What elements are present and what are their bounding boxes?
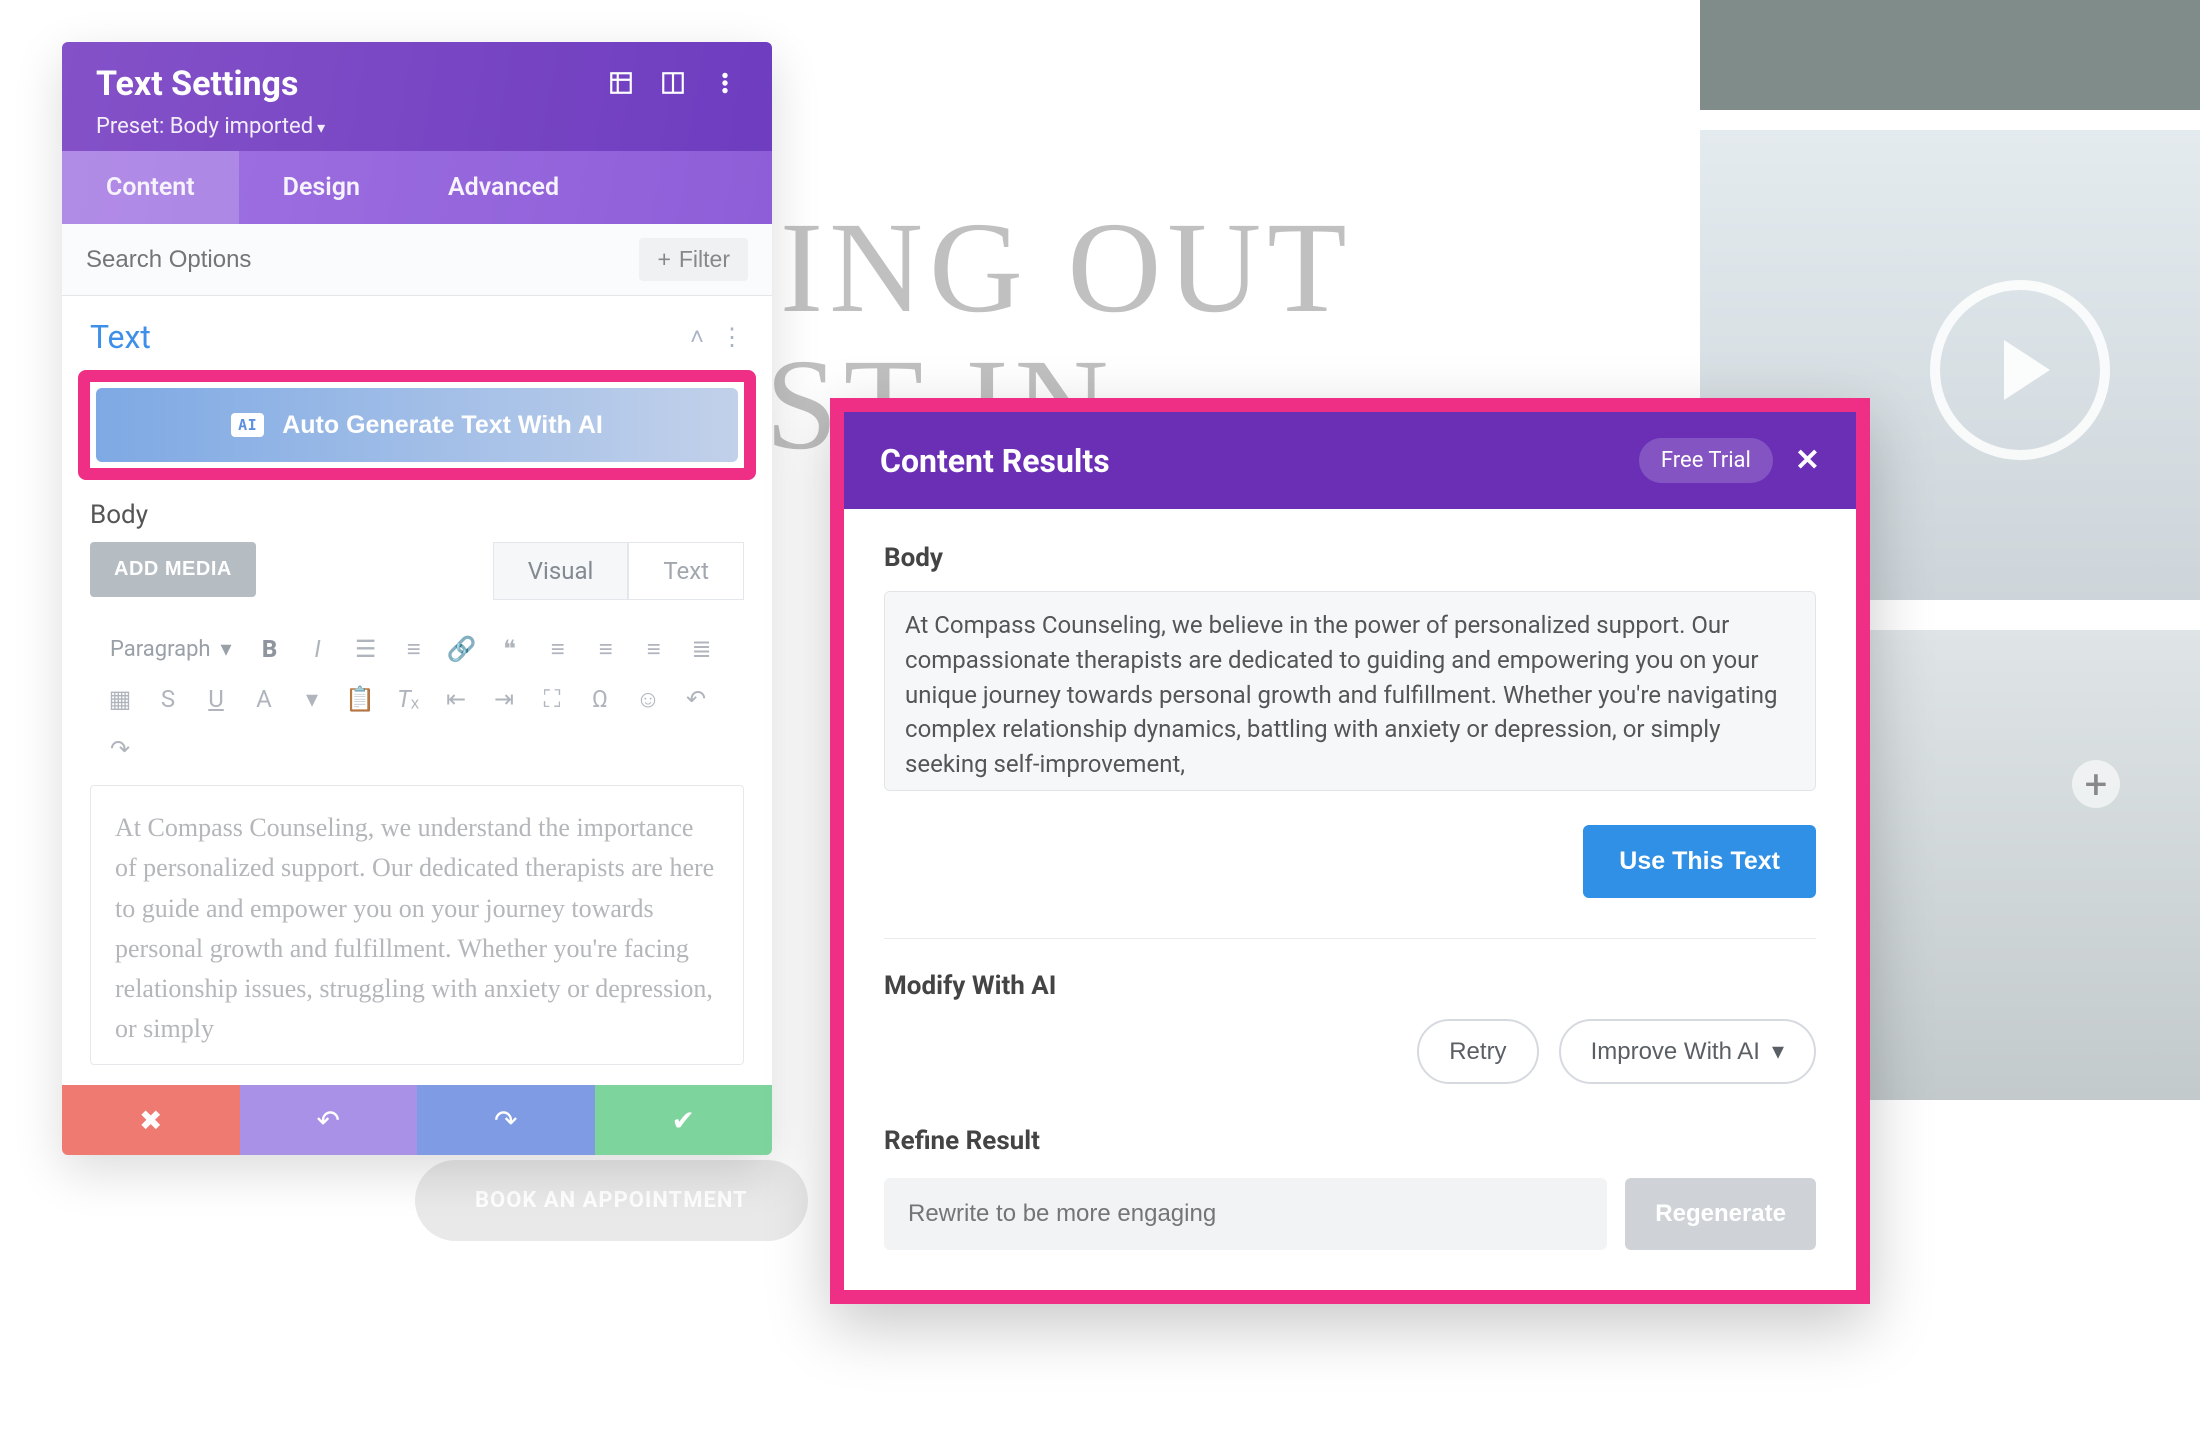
align-center-icon[interactable]: ≡	[584, 627, 628, 671]
refine-label: Refine Result	[884, 1126, 1816, 1156]
bg-image-mountain	[1700, 0, 2200, 110]
content-results-modal: Content Results Free Trial ✕ Body Use Th…	[830, 398, 1870, 1304]
link-icon[interactable]: 🔗	[440, 627, 484, 671]
generated-body-textarea[interactable]	[884, 591, 1816, 791]
chevron-down-icon: ▾	[221, 637, 232, 662]
refine-input[interactable]	[884, 1178, 1607, 1250]
bg-headline-line1: HING OUT	[680, 200, 1353, 337]
undo-icon[interactable]: ↶	[674, 677, 718, 721]
filter-label: Filter	[679, 246, 730, 273]
align-right-icon[interactable]: ≡	[632, 627, 676, 671]
free-trial-badge[interactable]: Free Trial	[1639, 438, 1773, 483]
redo-icon[interactable]: ↷	[98, 727, 142, 771]
regenerate-button[interactable]: Regenerate	[1625, 1178, 1816, 1250]
emoji-icon[interactable]: ☺	[626, 677, 670, 721]
text-settings-panel: Text Settings Preset: Body imported Cont…	[62, 42, 772, 1155]
ul-icon[interactable]: ☰	[344, 627, 388, 671]
body-label: Body	[90, 500, 744, 530]
paste-icon[interactable]: 📋	[338, 677, 382, 721]
search-bar: + Filter	[62, 224, 772, 296]
section-text[interactable]: Text ˄ ⋮	[62, 296, 772, 370]
panel-header: Text Settings Preset: Body imported	[62, 42, 772, 151]
specialchar-icon[interactable]: Ω	[578, 677, 622, 721]
ai-button-label: Auto Generate Text With AI	[282, 411, 603, 440]
wysiwyg-toolbar: Paragraph ▾ B I ☰ ≡ 🔗 ❝ ≡ ≡ ≡ ≣ ▦ S U A …	[90, 613, 744, 785]
close-icon[interactable]: ✕	[1795, 443, 1820, 478]
improve-label: Improve With AI	[1591, 1038, 1760, 1066]
kebab-menu-icon[interactable]	[712, 70, 738, 100]
plus-icon: +	[657, 246, 670, 273]
undo-button[interactable]: ↶	[240, 1085, 418, 1155]
tab-advanced[interactable]: Advanced	[404, 151, 603, 224]
chevron-up-icon[interactable]: ˄	[690, 323, 704, 352]
settings-tabs: Content Design Advanced	[62, 151, 772, 224]
book-appointment-button[interactable]: BOOK AN APPOINTMENT	[415, 1160, 808, 1241]
use-this-text-button[interactable]: Use This Text	[1583, 825, 1816, 898]
table-icon[interactable]: ▦	[98, 677, 142, 721]
panel-footer: ✖ ↶ ↷ ✔	[62, 1085, 772, 1155]
align-left-icon[interactable]: ≡	[536, 627, 580, 671]
ol-icon[interactable]: ≡	[392, 627, 436, 671]
editor-mode-tabs: Visual Text	[493, 542, 744, 600]
quote-icon[interactable]: ❝	[488, 627, 532, 671]
underline-icon[interactable]: U	[194, 677, 238, 721]
align-justify-icon[interactable]: ≣	[680, 627, 724, 671]
format-dropdown[interactable]: Paragraph ▾	[98, 631, 244, 668]
add-section-icon[interactable]: +	[2072, 760, 2120, 808]
play-icon[interactable]	[1930, 280, 2110, 460]
rich-text-editor[interactable]: At Compass Counseling, we understand the…	[90, 785, 744, 1065]
add-media-button[interactable]: ADD MEDIA	[90, 542, 256, 597]
save-button[interactable]: ✔	[595, 1085, 773, 1155]
fullscreen-icon[interactable]: ⛶	[530, 677, 574, 721]
text-color-icon[interactable]: A	[242, 677, 286, 721]
search-input[interactable]	[86, 246, 483, 274]
italic-icon[interactable]: I	[296, 627, 340, 671]
tab-text[interactable]: Text	[628, 542, 744, 600]
expand-icon[interactable]	[608, 70, 634, 100]
modal-header: Content Results Free Trial ✕	[844, 412, 1856, 509]
body-label: Body	[884, 543, 1816, 573]
tab-design[interactable]: Design	[239, 151, 404, 224]
ai-button-highlight: AI Auto Generate Text With AI	[78, 370, 756, 480]
indent-icon[interactable]: ⇥	[482, 677, 526, 721]
section-kebab-icon[interactable]: ⋮	[720, 323, 744, 352]
auto-generate-ai-button[interactable]: AI Auto Generate Text With AI	[96, 388, 738, 462]
section-title-label: Text	[90, 318, 151, 356]
modify-label: Modify With AI	[884, 971, 1816, 1001]
panel-title: Text Settings	[96, 64, 325, 104]
chevron-down-icon: ▾	[1772, 1037, 1784, 1066]
improve-with-ai-dropdown[interactable]: Improve With AI ▾	[1559, 1019, 1816, 1084]
strike-icon[interactable]: S	[146, 677, 190, 721]
cancel-button[interactable]: ✖	[62, 1085, 240, 1155]
panel-layout-icon[interactable]	[660, 70, 686, 100]
clear-format-icon[interactable]: Tₓ	[386, 677, 430, 721]
tab-content[interactable]: Content	[62, 151, 239, 224]
tab-visual[interactable]: Visual	[493, 542, 629, 600]
filter-button[interactable]: + Filter	[639, 238, 748, 281]
ai-badge-icon: AI	[231, 413, 264, 437]
preset-dropdown[interactable]: Preset: Body imported	[96, 114, 325, 139]
divider	[884, 938, 1816, 939]
redo-button[interactable]: ↷	[417, 1085, 595, 1155]
outdent-icon[interactable]: ⇤	[434, 677, 478, 721]
bold-icon[interactable]: B	[248, 627, 292, 671]
chevron-down-icon[interactable]: ▾	[290, 677, 334, 721]
retry-button[interactable]: Retry	[1417, 1019, 1538, 1084]
modal-title: Content Results	[880, 442, 1110, 480]
